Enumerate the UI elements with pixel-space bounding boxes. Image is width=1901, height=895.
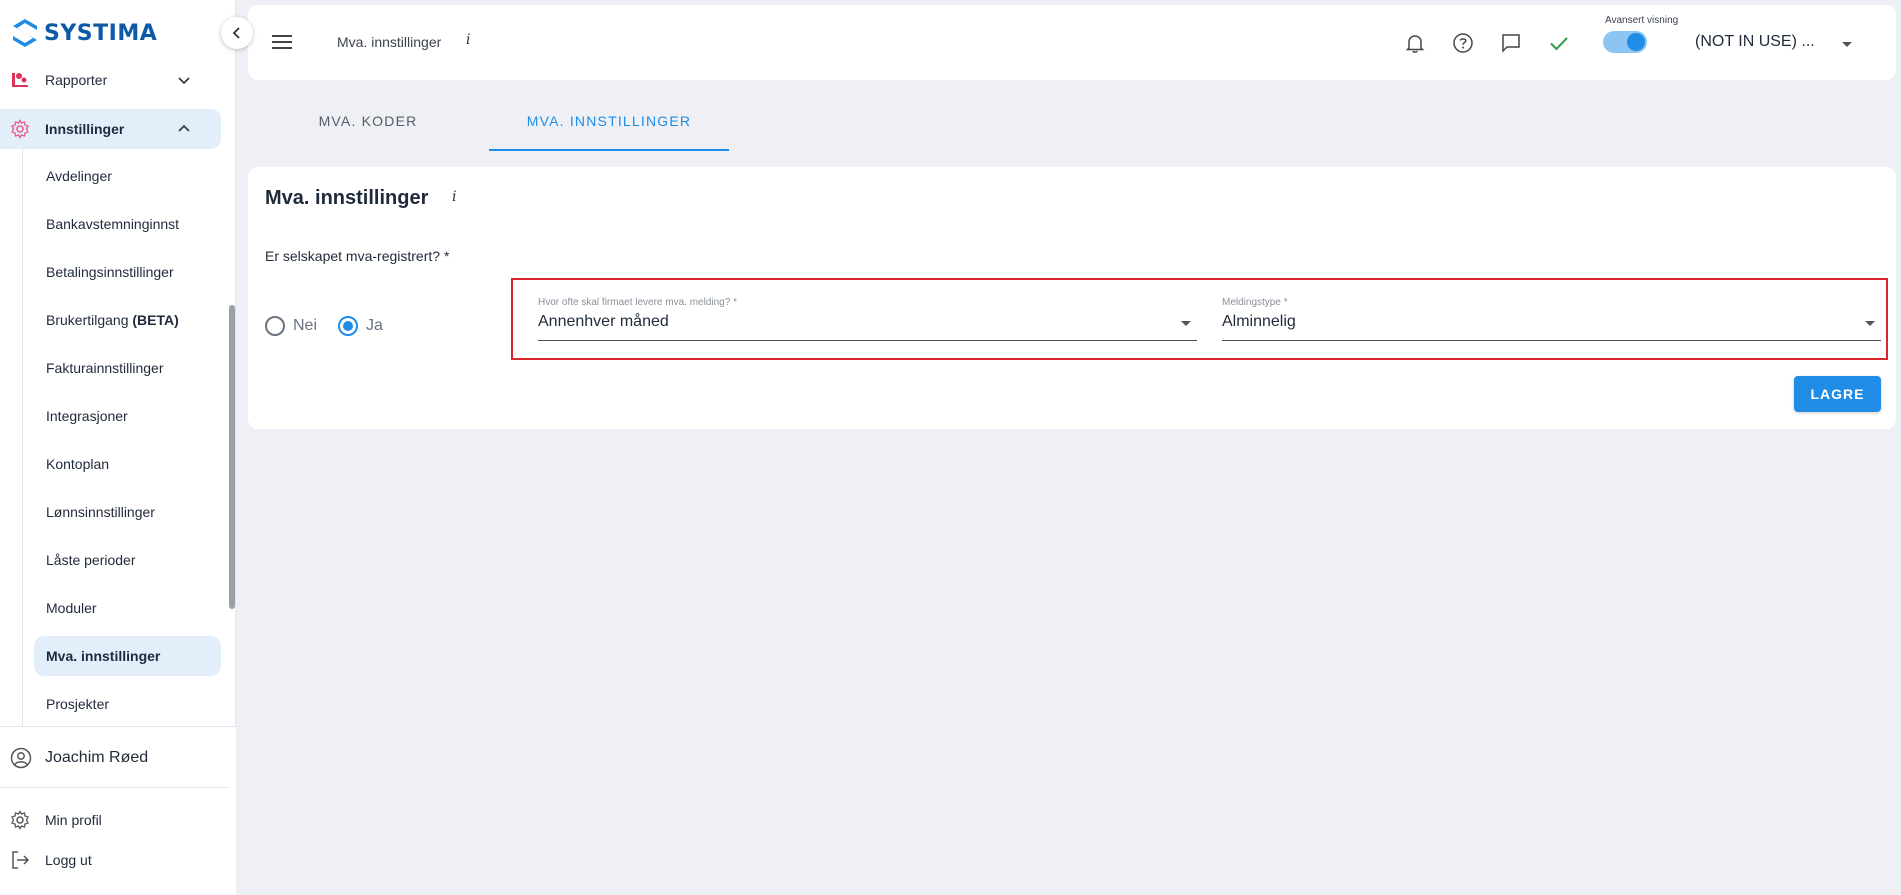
chevron-left-icon	[232, 27, 240, 39]
report-type-select-label: Meldingstype *	[1222, 297, 1288, 308]
menu-icon[interactable]	[272, 33, 292, 51]
card-title: Mva. innstillinger	[265, 187, 429, 209]
advanced-view-toggle[interactable]	[1603, 31, 1647, 53]
sidebar-subitem-label: Kontoplan	[46, 456, 110, 472]
logo[interactable]: SYSTIMA	[12, 16, 157, 50]
advanced-view-label: Avansert visning	[1605, 15, 1679, 26]
user-circle-icon	[10, 747, 32, 769]
company-dropdown-arrow-icon[interactable]	[1842, 42, 1852, 47]
bell-icon[interactable]	[1404, 32, 1426, 54]
tab-mva-innstillinger[interactable]: MVA. INNSTILLINGER	[489, 113, 729, 151]
sidebar-footer: Joachim Røed Min profil Logg ut	[0, 726, 236, 895]
sidebar-subitem-label: Moduler	[46, 600, 97, 616]
sidebar-item-innstillinger[interactable]: Innstillinger	[0, 109, 221, 149]
profile-label: Min profil	[45, 812, 102, 828]
sidebar-nav: Rapporter Innstillinger Avdelinger Banka…	[0, 60, 236, 726]
sidebar-subitem-label: Mva. innstillinger	[46, 648, 161, 664]
sidebar-item-rapporter[interactable]: Rapporter	[0, 60, 221, 100]
sidebar-subitem-label: Låste perioder	[46, 552, 136, 568]
sidebar-subitem-kontoplan[interactable]: Kontoplan	[34, 444, 221, 484]
report-type-select[interactable]: Meldingstype * Alminnelig	[1222, 297, 1881, 341]
sidebar-subitem-lonn[interactable]: Lønnsinnstillinger	[34, 492, 221, 532]
divider	[0, 787, 228, 788]
sidebar-scrollbar-thumb[interactable]	[229, 305, 235, 609]
submenu-line	[22, 148, 23, 726]
sidebar-subitem-label: Integrasjoner	[46, 408, 128, 424]
sidebar-subitem-label: Brukertilgang	[46, 312, 133, 328]
sidebar-item-label: Rapporter	[45, 72, 108, 88]
radio-nei-label: Nei	[293, 317, 318, 334]
sidebar-subitem-label: Prosjekter	[46, 696, 110, 712]
page-title: Mva. innstillinger	[337, 34, 442, 50]
company-selector[interactable]: (NOT IN USE) ...	[1695, 33, 1815, 51]
tab-label: MVA. KODER	[318, 113, 418, 129]
user-name: Joachim Røed	[45, 749, 149, 766]
frequency-select-label: Hvor ofte skal firmaet levere mva. meldi…	[538, 297, 737, 308]
logo-text: SYSTIMA	[44, 20, 158, 46]
topbar: Mva. innstillinger i Avansert visning (N…	[248, 5, 1896, 80]
radio-ja-label: Ja	[366, 317, 383, 334]
info-icon[interactable]: i	[466, 32, 470, 48]
radio-nei[interactable]: Nei	[265, 316, 317, 336]
frequency-select-value: Annenhver måned	[538, 313, 669, 330]
sidebar-subitem-brukertilgang[interactable]: Brukertilgang (BETA)	[34, 300, 221, 340]
sidebar-subitem-laste-perioder[interactable]: Låste perioder	[34, 540, 221, 580]
collapse-sidebar-button[interactable]	[221, 17, 253, 49]
radio-ja[interactable]: Ja	[338, 316, 383, 336]
sidebar-subitem-label: Betalingsinnstillinger	[46, 264, 174, 280]
sidebar-subitem-prosjekter[interactable]: Prosjekter	[34, 684, 221, 724]
dropdown-arrow-icon[interactable]	[1865, 321, 1875, 326]
frequency-select[interactable]: Hvor ofte skal firmaet levere mva. meldi…	[538, 297, 1197, 341]
profile-link[interactable]: Min profil	[0, 805, 236, 835]
radio-nei-circle[interactable]	[265, 316, 285, 336]
toggle-knob	[1627, 33, 1645, 51]
user-row[interactable]: Joachim Røed	[0, 742, 236, 774]
chevron-up-icon[interactable]	[176, 121, 192, 137]
sidebar: SYSTIMA Rapporter Innstillinger Avdeling…	[0, 0, 236, 895]
report-type-select-value: Alminnelig	[1222, 313, 1296, 330]
report-icon	[12, 73, 28, 87]
logout-link[interactable]: Logg ut	[0, 845, 236, 875]
beta-tag: (BETA)	[132, 312, 179, 328]
sidebar-subitem-integrasjoner[interactable]: Integrasjoner	[34, 396, 221, 436]
vat-registered-question: Er selskapet mva-registrert? *	[265, 248, 450, 264]
dropdown-arrow-icon[interactable]	[1181, 321, 1191, 326]
settings-card: Mva. innstillinger i Er selskapet mva-re…	[248, 167, 1896, 429]
radio-ja-circle[interactable]	[338, 316, 358, 336]
sidebar-subitem-label: Lønnsinnstillinger	[46, 504, 155, 520]
logout-icon	[12, 851, 30, 869]
sidebar-subitem-betaling[interactable]: Betalingsinnstillinger	[34, 252, 221, 292]
sidebar-subitem-mva[interactable]: Mva. innstillinger	[34, 636, 221, 676]
sidebar-subitem-faktura[interactable]: Fakturainnstillinger	[34, 348, 221, 388]
card-info-icon[interactable]: i	[452, 189, 456, 205]
check-icon[interactable]	[1548, 32, 1570, 54]
tab-label: MVA. INNSTILLINGER	[526, 113, 692, 129]
save-button[interactable]: LAGRE	[1794, 376, 1881, 412]
logout-label: Logg ut	[45, 852, 92, 868]
sidebar-subitem-label: Bankavstemninginnst	[46, 216, 180, 232]
sidebar-subitem-bankavstemming[interactable]: Bankavstemninginnst	[34, 204, 221, 244]
chat-icon[interactable]	[1500, 32, 1522, 54]
sidebar-subitem-label: Avdelinger	[46, 168, 112, 184]
chevron-down-icon[interactable]	[176, 72, 192, 88]
sidebar-subitem-avdelinger[interactable]: Avdelinger	[34, 156, 221, 196]
systima-logo-icon	[13, 19, 37, 47]
help-icon[interactable]	[1452, 32, 1474, 54]
sidebar-item-label: Innstillinger	[45, 121, 125, 137]
sidebar-subitem-moduler[interactable]: Moduler	[34, 588, 221, 628]
settings-icon	[11, 119, 29, 139]
sidebar-subitem-label: Fakturainnstillinger	[46, 360, 164, 376]
gear-icon	[11, 810, 29, 830]
tab-mva-koder[interactable]: MVA. KODER	[248, 113, 488, 151]
